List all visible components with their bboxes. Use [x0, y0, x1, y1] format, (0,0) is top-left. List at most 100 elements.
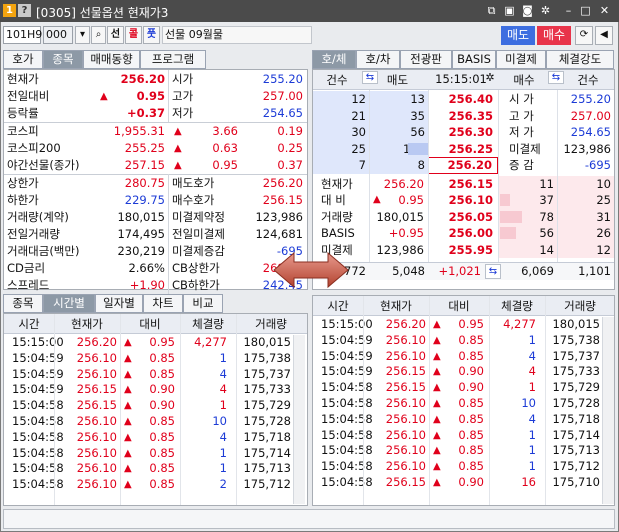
tick-volume: 4,277: [194, 335, 227, 349]
tick-volume: 1: [528, 427, 536, 442]
tick-total: 180,015: [243, 335, 291, 349]
detail-label: 거래량(계약): [7, 210, 69, 224]
select-put-button[interactable]: 풋: [143, 26, 160, 44]
index-change: 0.63: [212, 141, 238, 155]
tab-board[interactable]: 전광판: [400, 50, 452, 69]
sell-button[interactable]: 매도: [501, 26, 535, 45]
search-icon[interactable]: ⌕: [91, 26, 106, 44]
tab-quote-diff[interactable]: 호/차: [356, 50, 400, 69]
select-futures-button[interactable]: 선: [107, 26, 124, 44]
tab-open-interest[interactable]: 미결제: [496, 50, 546, 69]
bid-row: 미결제 123,986 255.95 14 12: [313, 241, 614, 259]
tick-row: 15:04:59 256.10 ▲ 0.85 4 175,737: [313, 349, 614, 365]
tick-row: 15:04:59 256.10 ▲ 0.85 4 175,737: [4, 367, 305, 383]
info-label: 현재가: [321, 176, 353, 191]
ask-price[interactable]: 256.20: [428, 157, 498, 174]
tick-total: 175,738: [552, 332, 600, 347]
bid-qty-bar: [500, 194, 510, 206]
bid-price[interactable]: 256.05: [428, 209, 498, 226]
swap-icon-right[interactable]: ⇆: [548, 71, 564, 84]
tab-chart[interactable]: 차트: [143, 294, 183, 313]
tab-bottom-jongmok[interactable]: 종목: [3, 294, 43, 313]
select-call-button[interactable]: 콜: [125, 26, 142, 44]
ask-qty-bar: [408, 142, 428, 155]
detail-label: 전일거래량: [7, 227, 60, 241]
swap-icon[interactable]: ⇆: [485, 264, 501, 279]
tab-quote-exec[interactable]: 호/체: [312, 50, 356, 69]
tick-change: 0.85: [149, 350, 175, 365]
tick-header-cell: 시간: [18, 317, 40, 331]
tab-by-time[interactable]: 시간별: [43, 294, 95, 313]
tab-strength[interactable]: 체결강도: [546, 50, 614, 69]
link-icon[interactable]: ⧉: [484, 3, 499, 18]
help-icon[interactable]: ?: [18, 4, 31, 17]
summary-value-2: 257.00: [262, 89, 303, 103]
maximize-icon[interactable]: □: [578, 3, 593, 18]
bid-price[interactable]: 256.15: [428, 176, 498, 193]
tick-total: 175,714: [243, 445, 291, 460]
tick-price: 256.10: [385, 459, 426, 474]
account-input[interactable]: 000: [43, 26, 73, 44]
info-label: BASIS: [321, 226, 355, 240]
tick-volume: 4: [219, 382, 227, 397]
tab-jongmok[interactable]: 종목: [43, 50, 83, 69]
info-value: 0.95: [398, 193, 424, 207]
tick-total: 175,713: [552, 443, 600, 458]
ask-price[interactable]: 256.40: [428, 91, 498, 108]
camera-icon[interactable]: ◙: [520, 3, 535, 18]
buy-button[interactable]: 매수: [537, 26, 571, 45]
tick-price: 256.10: [76, 414, 117, 428]
dropdown-arrow-icon[interactable]: ▾: [75, 26, 90, 44]
splitter-drag-arrow-icon[interactable]: [272, 250, 350, 290]
save-icon[interactable]: ▣: [502, 3, 517, 18]
tick-change: 0.85: [458, 332, 484, 347]
refresh-icon[interactable]: ⟳: [575, 26, 593, 45]
bid-row: 거래량 180,015 256.05 78 31: [313, 208, 614, 226]
bid-row: 현재가 256.20 256.15 11 10: [313, 175, 614, 193]
bid-price[interactable]: 255.95: [428, 242, 498, 259]
settings-icon[interactable]: ✲: [483, 71, 497, 84]
detail-value-2: 124,681: [255, 227, 303, 241]
swap-icon[interactable]: ⇆: [362, 71, 378, 84]
divider: [54, 314, 55, 505]
bid-price[interactable]: 256.00: [428, 225, 498, 242]
tick-total: 175,712: [243, 477, 291, 492]
ask-price[interactable]: 256.25: [428, 141, 498, 158]
tick-change: 0.90: [458, 364, 484, 379]
bid-row: 대 비 ▲ 0.95 256.10 37 25: [313, 192, 614, 209]
divider: [168, 174, 169, 294]
detail-value: 280.75: [124, 176, 165, 190]
tick-row: 15:04:58 256.10 ▲ 0.85 4 175,718: [4, 430, 305, 446]
close-icon[interactable]: ✕: [597, 3, 612, 18]
info-value: 254.65: [570, 125, 611, 139]
vertical-scrollbar[interactable]: [602, 317, 614, 504]
prev-arrow-icon[interactable]: ◀: [595, 26, 613, 45]
bid-price[interactable]: 256.10: [428, 192, 498, 209]
tick-total: 180,015: [552, 317, 600, 331]
tab-by-date[interactable]: 일자별: [95, 294, 143, 313]
summary-label: 등락률: [7, 106, 39, 120]
ask-price[interactable]: 256.30: [428, 124, 498, 141]
tick-row: 15:04:58 256.10 ▲ 0.85 1 175,714: [4, 446, 305, 462]
minimize-icon[interactable]: –: [561, 3, 576, 18]
bid-count: 31: [557, 208, 614, 225]
summary-value-2: 255.20: [262, 72, 303, 86]
tab-compare[interactable]: 비교: [183, 294, 223, 313]
tick-header-cell: 대비: [448, 299, 470, 313]
tab-hoga[interactable]: 호가: [3, 50, 43, 69]
detail-value-2: 256.20: [262, 176, 303, 190]
status-bar: [3, 509, 615, 529]
ask-price[interactable]: 256.35: [428, 108, 498, 125]
tick-change: 0.85: [458, 348, 484, 363]
tab-program[interactable]: 프로그램: [140, 50, 206, 69]
code-input[interactable]: 101H9: [3, 26, 42, 44]
tab-trade-trend[interactable]: 매매동향: [83, 50, 140, 69]
tick-price: 256.10: [385, 332, 426, 347]
tab-basis[interactable]: BASIS: [452, 50, 496, 69]
bid-count: 26: [557, 225, 614, 242]
vertical-scrollbar[interactable]: [293, 335, 305, 504]
tick-volume: 1: [219, 398, 227, 413]
settings-gear-icon[interactable]: ✲: [538, 3, 553, 18]
tick-price: 256.10: [76, 461, 117, 476]
orderbook-header: 건수 매도 15:15:01 매수 건수 ⇆ ✲ ⇆: [313, 70, 614, 90]
